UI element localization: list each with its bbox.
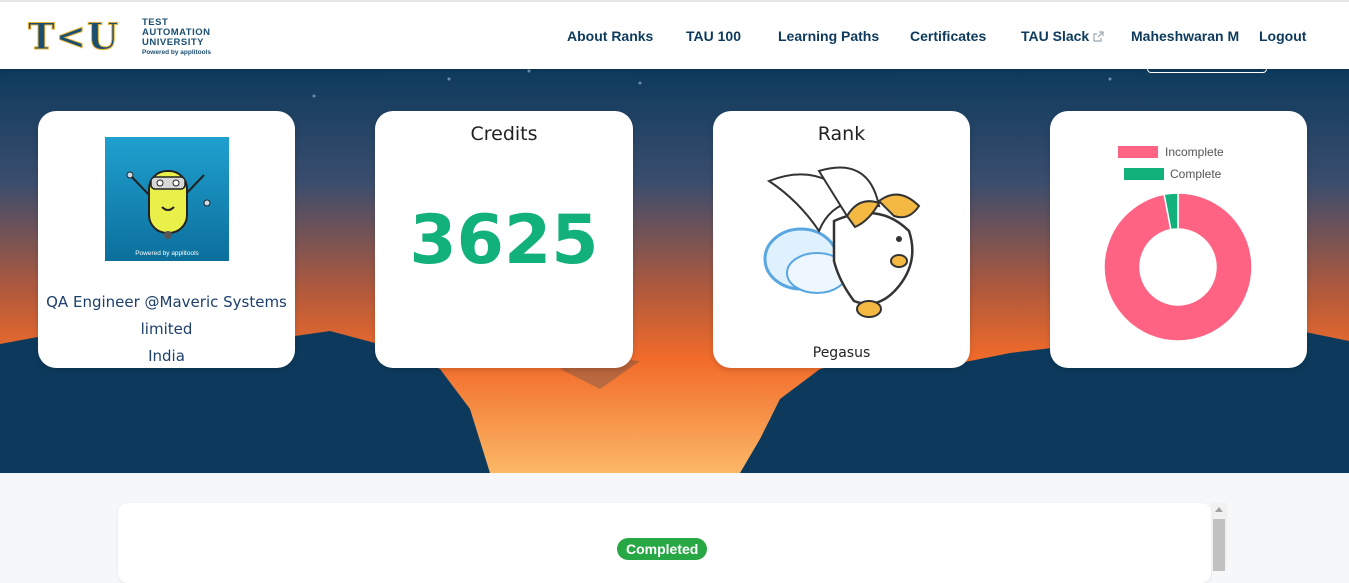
profile-job-title-cont: limited: [140, 320, 193, 338]
nav-learning-paths[interactable]: Learning Paths: [778, 26, 879, 46]
legend-swatch-complete: [1124, 168, 1164, 180]
nav-tau-100[interactable]: TAU 100: [686, 26, 741, 46]
hero-banner: Powered by applitools QA Engineer @Maver…: [0, 69, 1349, 473]
profile-card: Powered by applitools QA Engineer @Maver…: [38, 111, 295, 368]
avatar-powered-by: Powered by applitools: [135, 250, 199, 257]
nav-about-ranks[interactable]: About Ranks: [567, 26, 653, 46]
nav-links: About Ranks TAU 100 Learning Paths Certi…: [0, 26, 1349, 48]
scroll-up-icon[interactable]: [1215, 507, 1223, 512]
external-link-icon: [1093, 27, 1104, 47]
credits-card: Credits 3625: [375, 111, 633, 368]
nav-logout[interactable]: Logout: [1259, 26, 1306, 46]
logo-powered-by: Powered by applitools: [142, 49, 211, 56]
user-avatar: Powered by applitools: [105, 137, 229, 261]
progress-donut-chart[interactable]: [1102, 191, 1254, 343]
panel-scrollbar[interactable]: [1211, 503, 1227, 571]
course-panel: Completed: [118, 503, 1211, 583]
credits-value: 3625: [409, 201, 599, 280]
top-navbar: T<U TEST AUTOMATION UNIVERSITY Powered b…: [0, 0, 1349, 69]
legend-swatch-incomplete: [1118, 146, 1158, 158]
credits-title: Credits: [470, 123, 538, 145]
pegasus-icon: [763, 166, 921, 318]
scroll-thumb[interactable]: [1213, 519, 1225, 571]
hero-outline-button[interactable]: [1147, 69, 1267, 73]
legend-label-complete: Complete: [1170, 167, 1222, 181]
profile-details: QA Engineer @Maveric Systems limited Ind…: [38, 289, 295, 370]
robot-avatar-icon: [126, 170, 211, 239]
rank-card: Rank Pegasus: [713, 111, 970, 368]
profile-country: India: [148, 347, 185, 365]
legend-label-incomplete: Incomplete: [1165, 145, 1224, 159]
nav-user-name[interactable]: Maheshwaran M: [1131, 26, 1239, 46]
nav-tau-slack[interactable]: TAU Slack: [1021, 26, 1104, 47]
rank-title: Rank: [817, 123, 866, 145]
nav-tau-slack-label: TAU Slack: [1021, 28, 1090, 44]
rank-name: Pegasus: [812, 345, 871, 361]
status-badge: Completed: [617, 538, 708, 560]
profile-job-title: QA Engineer @Maveric Systems: [46, 293, 287, 311]
progress-chart-card: Incomplete Complete: [1050, 111, 1307, 368]
nav-certificates[interactable]: Certificates: [910, 26, 986, 46]
